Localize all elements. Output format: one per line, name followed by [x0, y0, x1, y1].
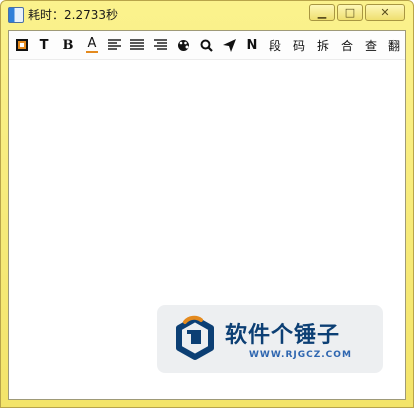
bold-icon: B [62, 37, 74, 53]
align-center-button[interactable] [128, 36, 146, 54]
n-button[interactable]: N [243, 36, 261, 54]
maximize-icon: □ [344, 6, 356, 19]
align-right-button[interactable] [151, 36, 169, 54]
code-label: 码 [292, 38, 305, 53]
lookup-button[interactable]: 查 [363, 36, 379, 54]
align-left-button[interactable] [105, 36, 123, 54]
font-color-icon: A [87, 36, 97, 51]
square-frame-icon [16, 39, 28, 51]
watermark-url: WWW.RJGCZ.COM [249, 350, 352, 360]
title-bar[interactable]: 耗时：2.2733秒 ▁ □ ✕ [1, 1, 413, 29]
align-center-icon [130, 39, 144, 50]
font-color-button[interactable]: A [83, 36, 101, 54]
palette-icon [177, 39, 189, 51]
translate-label: 翻 [387, 38, 400, 53]
watermark-title: 软件个锤子 [225, 323, 341, 348]
segment-label: 段 [268, 38, 281, 53]
lookup-label: 查 [364, 38, 377, 53]
translate-button[interactable]: 翻 [386, 36, 402, 54]
align-right-icon [153, 39, 167, 50]
brand-logo-icon [176, 315, 214, 360]
split-label: 拆 [316, 38, 329, 53]
minimize-icon: ▁ [317, 6, 327, 19]
app-window: 耗时：2.2733秒 ▁ □ ✕ T B A N 段 码 拆 合 查 翻 软件个… [0, 0, 414, 408]
maximize-button[interactable]: □ [337, 4, 363, 21]
client-area: T B A N 段 码 拆 合 查 翻 软件个锤子 WWW.RJGCZ.COM [8, 30, 406, 400]
window-title: 耗时：2.2733秒 [28, 8, 118, 22]
align-left-icon [107, 39, 121, 50]
close-button[interactable]: ✕ [365, 4, 405, 21]
border-button[interactable] [13, 36, 31, 54]
bold-button[interactable]: B [59, 36, 77, 54]
segment-button[interactable]: 段 [267, 36, 283, 54]
app-icon [8, 7, 24, 23]
merge-button[interactable]: 合 [339, 36, 355, 54]
palette-button[interactable] [174, 36, 192, 54]
split-button[interactable]: 拆 [315, 36, 331, 54]
merge-label: 合 [340, 38, 353, 53]
send-button[interactable] [220, 36, 238, 54]
send-icon [222, 38, 236, 52]
watermark: 软件个锤子 WWW.RJGCZ.COM [157, 305, 383, 373]
n-icon: N [246, 37, 258, 53]
text-icon: T [39, 37, 49, 53]
font-color-swatch [86, 51, 98, 53]
window-controls: ▁ □ ✕ [309, 4, 405, 21]
code-button[interactable]: 码 [291, 36, 307, 54]
minimize-button[interactable]: ▁ [309, 4, 335, 21]
close-icon: ✕ [380, 6, 390, 19]
text-button[interactable]: T [35, 36, 53, 54]
search-icon [200, 39, 213, 52]
search-button[interactable] [197, 36, 215, 54]
toolbar: T B A N 段 码 拆 合 查 翻 [9, 31, 405, 60]
